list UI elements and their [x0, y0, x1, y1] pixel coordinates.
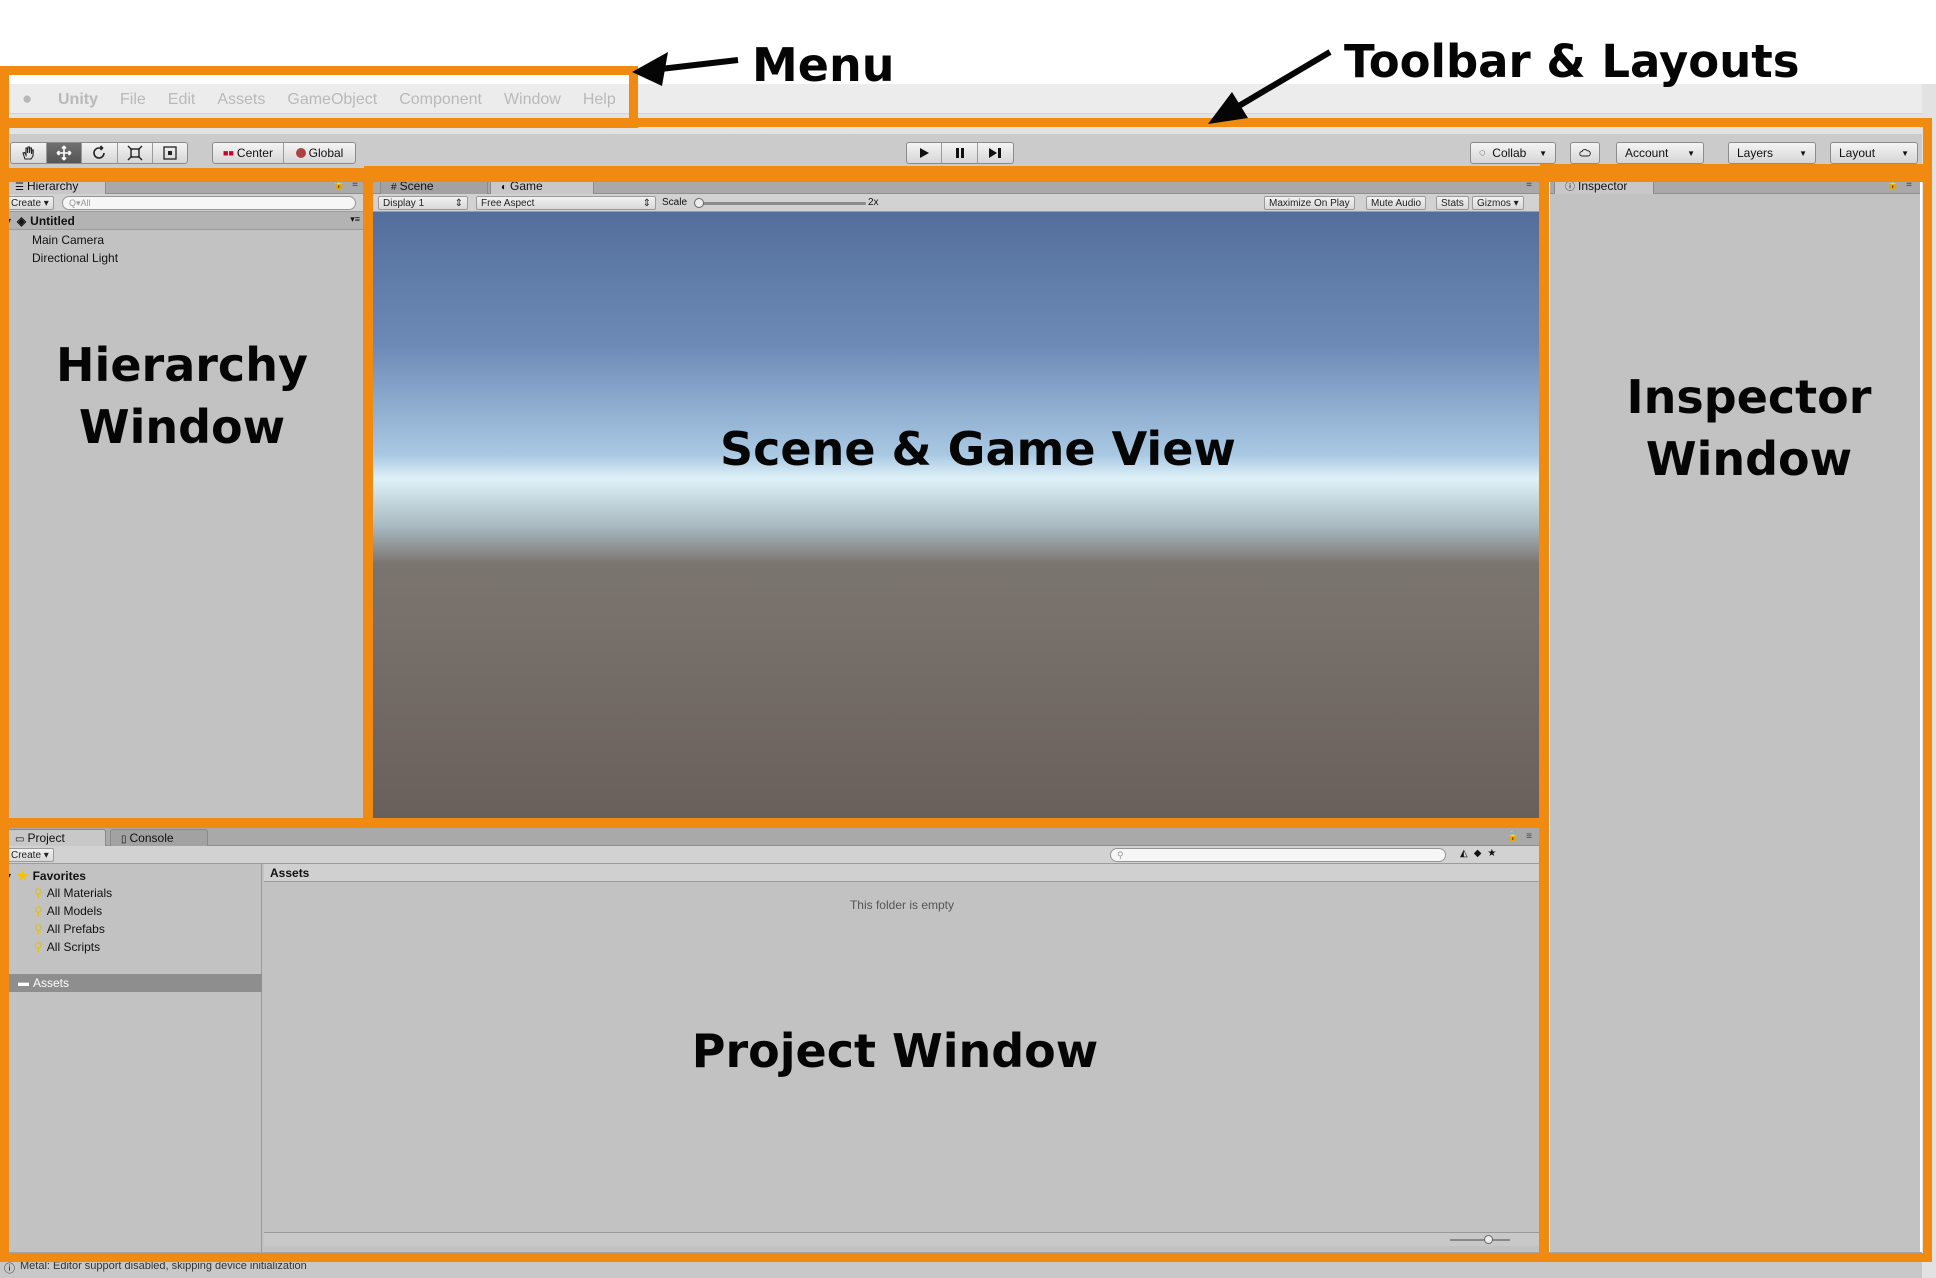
callout-menu: Menu	[752, 38, 895, 92]
favorite-item-all-materials[interactable]: ⚲ All Materials	[34, 886, 112, 900]
assets-folder-label: Assets	[33, 976, 70, 990]
arrow-to-toolbar	[1208, 49, 1332, 124]
icon-size-slider-handle[interactable]	[1484, 1235, 1493, 1244]
console-icon: ▯	[121, 834, 127, 845]
game-viewport[interactable]	[372, 212, 1540, 818]
callout-scene: Scene & Game View	[720, 422, 1236, 476]
tab-console-label: Console	[129, 831, 174, 845]
tab-console[interactable]: ▯ Console	[110, 829, 208, 846]
callout-inspector: Inspector Window	[1604, 366, 1894, 490]
filter-by-label-icon[interactable]: ◆	[1474, 848, 1488, 859]
scene-options-icon[interactable]: ▾≡	[350, 214, 360, 225]
inspector-panel: ⓘ Inspector 🔒 ≡	[1550, 176, 1920, 1252]
search-icon: ⚲	[34, 940, 43, 954]
search-icon: ⚲	[1117, 850, 1124, 860]
favorite-item-label: All Scripts	[46, 940, 101, 954]
status-bar: ⓘ Metal: Editor support disabled, skippi…	[0, 1252, 1922, 1278]
triangle-down-icon[interactable]: ▼	[4, 216, 13, 226]
triangle-down-icon[interactable]: ▼	[4, 871, 13, 881]
hierarchy-item-main-camera[interactable]: Main Camera	[32, 233, 104, 247]
lock-icon[interactable]: 🔒 ≡	[1507, 831, 1534, 842]
filter-icons: ◭◆★	[1460, 848, 1502, 859]
favorite-item-all-scripts[interactable]: ⚲ All Scripts	[34, 940, 100, 954]
callout-hierarchy: Hierarchy Window	[40, 334, 324, 458]
callout-toolbar: Toolbar & Layouts	[1344, 35, 1800, 88]
favorite-item-label: All Models	[46, 904, 103, 918]
callout-hierarchy-line1: Hierarchy	[56, 338, 308, 392]
scene-row[interactable]: ▼ ◈ Untitled ▾≡	[0, 212, 366, 230]
folder-icon: ▭	[15, 834, 25, 845]
project-tabstrip: ▭ Project ▯ Console 🔒 ≡	[0, 828, 1540, 846]
hierarchy-item-label: Main Camera	[32, 233, 105, 247]
empty-folder-message: This folder is empty	[849, 898, 955, 912]
project-create-button[interactable]: Create ▾	[6, 848, 54, 862]
star-icon: ★	[16, 868, 29, 883]
tab-project[interactable]: ▭ Project	[4, 829, 106, 846]
unity-scene-icon: ◈	[16, 214, 27, 228]
callout-inspector-line1: Inspector	[1626, 370, 1872, 424]
favorite-item-all-prefabs[interactable]: ⚲ All Prefabs	[34, 922, 105, 936]
search-icon: ⚲	[34, 886, 43, 900]
project-search-input[interactable]: ⚲	[1110, 848, 1446, 862]
project-toolbar: Create ▾ ⚲ ◭◆★	[0, 846, 1540, 864]
favorites-label: Favorites	[32, 869, 86, 883]
window-edge	[1922, 84, 1936, 1278]
project-create-label: Create	[11, 850, 42, 861]
tab-project-label: Project	[27, 831, 65, 845]
icon-size-slider[interactable]	[1450, 1235, 1510, 1244]
scene-name: Untitled	[30, 214, 75, 228]
assets-folder-row[interactable]: ▬ Assets	[0, 974, 262, 992]
favorite-item-label: All Materials	[46, 886, 113, 900]
hierarchy-item-label: Directional Light	[32, 251, 119, 265]
folder-icon: ▬	[18, 977, 29, 989]
favorite-star-icon[interactable]: ★	[1487, 848, 1502, 859]
status-message: Metal: Editor support disabled, skipping…	[20, 1260, 307, 1272]
favorite-item-label: All Prefabs	[46, 922, 105, 936]
status-info-icon: ⓘ	[4, 1263, 15, 1275]
filter-by-type-icon[interactable]: ◭	[1460, 848, 1474, 859]
assets-breadcrumb-bar: Assets	[264, 864, 1540, 882]
callout-project: Project Window	[691, 1024, 1099, 1078]
search-icon: ⚲	[34, 922, 43, 936]
callout-inspector-line2: Window	[1645, 432, 1853, 487]
scale-slider[interactable]	[694, 198, 866, 208]
arrow-to-menu	[632, 52, 739, 86]
game-view-panel: # Scene ◐ Game ≡ Display 1 ⇕ Free Aspect ⇕ S…	[372, 176, 1540, 818]
project-folder-tree: ▼ ★ Favorites ⚲ All Materials ⚲ All Models…	[0, 864, 262, 1252]
callout-hierarchy-line2: Window	[78, 400, 286, 455]
hierarchy-panel: ☰ Hierarchy 🔒 ≡ Create ▾ Q▾All ▼ ◈ Untitl…	[0, 176, 366, 818]
favorites-row[interactable]: ▼ ★ Favorites	[4, 868, 86, 884]
favorite-item-all-models[interactable]: ⚲ All Models	[34, 904, 102, 918]
annotation-arrows	[632, 49, 1332, 124]
hierarchy-item-directional-light[interactable]: Directional Light	[32, 251, 118, 265]
project-bottom-bar	[264, 1232, 1540, 1246]
breadcrumb-assets[interactable]: Assets	[270, 866, 309, 880]
search-icon: ⚲	[34, 904, 43, 918]
